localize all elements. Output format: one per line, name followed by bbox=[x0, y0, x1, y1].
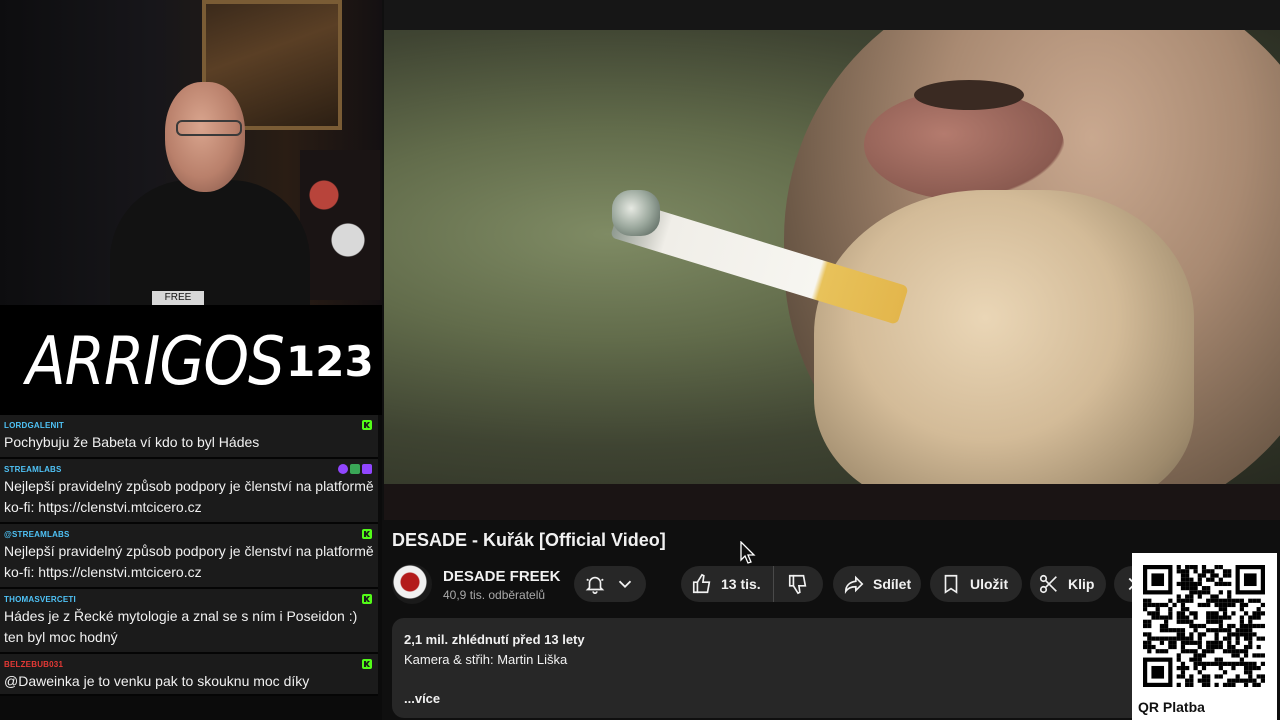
chat-message: @STREAMLABS Nejlepší pravidelný způsob p… bbox=[0, 524, 378, 589]
scissors-icon bbox=[1038, 573, 1060, 595]
webcam-feed: FREE bbox=[0, 0, 382, 305]
streamer-body bbox=[110, 180, 310, 305]
video-nose bbox=[914, 80, 1024, 110]
dislike-button[interactable] bbox=[774, 566, 822, 602]
channel-avatar[interactable] bbox=[392, 564, 432, 604]
chat-text: @Daweinka je to venku pak to skouknu moc… bbox=[4, 673, 310, 689]
qr-payment-panel: QR Platba bbox=[1132, 553, 1277, 720]
share-label: Sdílet bbox=[873, 576, 912, 592]
description-text: Kamera & střih: Martin Liška bbox=[404, 652, 568, 667]
like-button[interactable]: 13 tis. bbox=[681, 566, 774, 602]
subscriber-count: 40,9 tis. odběratelů bbox=[443, 588, 546, 602]
brand-counter: 123 bbox=[286, 337, 374, 386]
moderator-badge-icon bbox=[338, 464, 348, 474]
like-dislike-group: 13 tis. bbox=[681, 566, 823, 602]
bookmark-icon bbox=[940, 573, 962, 595]
description-box[interactable]: 2,1 mil. zhlédnutí před 13 lety Kamera &… bbox=[392, 618, 1152, 718]
kick-icon bbox=[362, 420, 372, 430]
streamer-glasses bbox=[176, 120, 242, 136]
kick-icon bbox=[362, 529, 372, 539]
kick-icon bbox=[362, 594, 372, 604]
save-label: Uložit bbox=[970, 576, 1009, 592]
chat-text: Pochybuju že Babeta ví kdo to byl Hádes bbox=[4, 434, 260, 450]
video-frame[interactable] bbox=[384, 30, 1280, 484]
chat-username: BELZEBUB031 bbox=[4, 660, 64, 669]
background-figures bbox=[300, 150, 380, 300]
video-letterbox-bottom bbox=[384, 484, 1280, 520]
share-icon bbox=[843, 573, 865, 595]
qr-label: QR Platba bbox=[1138, 699, 1205, 715]
chat-text: Nejlepší pravidelný způsob podpory je čl… bbox=[4, 543, 374, 580]
chat-username: THOMASVERCETI bbox=[4, 595, 76, 604]
chat-username: STREAMLABS bbox=[4, 465, 62, 474]
clip-label: Klip bbox=[1068, 576, 1095, 592]
brand-logo: ARRIGOS bbox=[26, 322, 285, 401]
video-title: DESADE - Kuřák [Official Video] bbox=[392, 530, 666, 550]
video-player[interactable] bbox=[384, 0, 1280, 520]
chat-message: THOMASVERCETI Hádes je z Řecké mytologie… bbox=[0, 589, 378, 654]
twitch-icon bbox=[362, 464, 372, 474]
clip-button[interactable]: Klip bbox=[1030, 566, 1106, 602]
shirt-print: FREE bbox=[152, 291, 204, 305]
chat-username: LORDGALENIT bbox=[4, 421, 64, 430]
subscription-bell-button[interactable] bbox=[574, 566, 646, 602]
verified-badge-icon bbox=[350, 464, 360, 474]
show-more-link[interactable]: ...více bbox=[404, 689, 1140, 709]
mouse-cursor-icon bbox=[740, 541, 756, 564]
like-count: 13 tis. bbox=[721, 576, 761, 592]
stream-overlay-panel: FREE ARRIGOS 123 LORDGALENIT Pochybuju ž… bbox=[0, 0, 382, 720]
save-button[interactable]: Uložit bbox=[930, 566, 1022, 602]
chat-text: Nejlepší pravidelný způsob podpory je čl… bbox=[4, 478, 374, 515]
thumbs-up-icon bbox=[691, 573, 713, 595]
qr-code-icon bbox=[1143, 565, 1265, 687]
share-button[interactable]: Sdílet bbox=[833, 566, 921, 602]
chat-feed: LORDGALENIT Pochybuju že Babeta ví kdo t… bbox=[0, 415, 378, 720]
kick-icon bbox=[362, 659, 372, 669]
chat-message: LORDGALENIT Pochybuju že Babeta ví kdo t… bbox=[0, 415, 378, 459]
channel-name[interactable]: DESADE FREEK bbox=[443, 568, 561, 585]
chevron-down-icon bbox=[614, 573, 636, 595]
views-and-date: 2,1 mil. zhlédnutí před 13 lety bbox=[404, 632, 585, 647]
thumbs-down-icon bbox=[787, 573, 809, 595]
video-letterbox-top bbox=[384, 0, 1280, 30]
chat-message: BELZEBUB031 @Daweinka je to venku pak to… bbox=[0, 654, 378, 696]
chat-message: STREAMLABS Nejlepší pravidelný způsob po… bbox=[0, 459, 378, 524]
video-hand bbox=[814, 190, 1194, 484]
streamer-head bbox=[165, 82, 245, 192]
bell-icon bbox=[584, 573, 606, 595]
video-ash bbox=[612, 190, 660, 236]
chat-username: @STREAMLABS bbox=[4, 530, 70, 539]
chat-text: Hádes je z Řecké mytologie a znal se s n… bbox=[4, 608, 358, 645]
